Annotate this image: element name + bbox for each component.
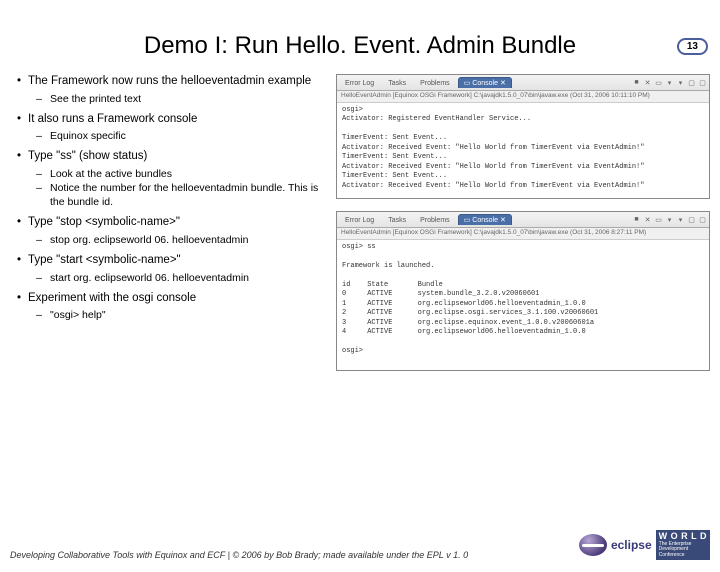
bullet-text: Type "ss" (show status) bbox=[28, 150, 147, 162]
bullet-text: It also runs a Framework console bbox=[28, 113, 197, 125]
slide-title: Demo I: Run Hello. Event. Admin Bundle bbox=[0, 32, 720, 60]
sub-item: Notice the number for the helloeventadmi… bbox=[28, 181, 330, 209]
console-window-bottom: Error Log Tasks Problems ▭ Console ✕ ■ ✕… bbox=[336, 211, 710, 371]
bullet-item: Type "stop <symbolic-name>" stop org. ec… bbox=[10, 215, 330, 251]
tab-bar: Error Log Tasks Problems ▭ Console ✕ ■ ✕… bbox=[337, 75, 709, 91]
bullet-text: The Framework now runs the helloeventadm… bbox=[28, 75, 311, 87]
dropdown-icon[interactable]: ▾ bbox=[665, 78, 674, 87]
toolbar-icons: ■ ✕ ▭ ▾ ▾ ▢ ▢ bbox=[632, 215, 707, 224]
maximize-icon[interactable]: ▢ bbox=[698, 78, 707, 87]
stop-icon[interactable]: ■ bbox=[632, 215, 641, 224]
console-subtitle: HelloEventAdmin [Equinox OSGi Framework]… bbox=[337, 228, 709, 240]
close-icon[interactable]: ✕ bbox=[500, 79, 506, 87]
tab-tasks[interactable]: Tasks bbox=[382, 215, 412, 225]
sub-item: Look at the active bundles bbox=[28, 167, 330, 181]
bullet-item: Type "ss" (show status) Look at the acti… bbox=[10, 149, 330, 213]
bullet-text: Experiment with the osgi console bbox=[28, 292, 196, 304]
sub-item: stop org. eclipseworld 06. helloeventadm… bbox=[28, 233, 330, 247]
eclipse-world-logo: eclipse W O R L D The Enterprise Develop… bbox=[579, 530, 710, 560]
bullet-item: The Framework now runs the helloeventadm… bbox=[10, 74, 330, 110]
dropdown-icon[interactable]: ▾ bbox=[676, 78, 685, 87]
tab-errorlog[interactable]: Error Log bbox=[339, 78, 380, 88]
console-icon: ▭ bbox=[464, 79, 471, 87]
eclipse-icon bbox=[579, 534, 607, 556]
console-subtitle: HelloEventAdmin [Equinox OSGi Framework]… bbox=[337, 91, 709, 103]
screenshot-column: Error Log Tasks Problems ▭ Console ✕ ■ ✕… bbox=[330, 74, 710, 383]
page-number: 13 bbox=[677, 38, 708, 55]
minimize-icon[interactable]: ▢ bbox=[687, 215, 696, 224]
console-icon: ▭ bbox=[464, 216, 471, 224]
tab-problems[interactable]: Problems bbox=[414, 215, 456, 225]
toolbar-icons: ■ ✕ ▭ ▾ ▾ ▢ ▢ bbox=[632, 78, 707, 87]
bullet-item: Experiment with the osgi console "osgi> … bbox=[10, 291, 330, 327]
console-output: osgi> ss Framework is launched. id State… bbox=[337, 240, 709, 370]
dropdown-icon[interactable]: ▾ bbox=[665, 215, 674, 224]
clear-icon[interactable]: ✕ bbox=[643, 215, 652, 224]
stop-icon[interactable]: ■ bbox=[632, 78, 641, 87]
tab-problems[interactable]: Problems bbox=[414, 78, 456, 88]
close-icon[interactable]: ✕ bbox=[500, 216, 506, 224]
tab-console-active[interactable]: ▭ Console ✕ bbox=[458, 214, 512, 225]
sub-item: See the printed text bbox=[28, 92, 330, 106]
bullet-item: It also runs a Framework console Equinox… bbox=[10, 112, 330, 148]
pin-icon[interactable]: ▭ bbox=[654, 78, 663, 87]
clear-icon[interactable]: ✕ bbox=[643, 78, 652, 87]
sub-item: start org. eclipseworld 06. helloeventad… bbox=[28, 271, 330, 285]
minimize-icon[interactable]: ▢ bbox=[687, 78, 696, 87]
world-box: W O R L D The Enterprise Development Con… bbox=[656, 530, 710, 560]
console-window-top: Error Log Tasks Problems ▭ Console ✕ ■ ✕… bbox=[336, 74, 710, 199]
tab-console-active[interactable]: ▭ Console ✕ bbox=[458, 77, 512, 88]
content-area: The Framework now runs the helloeventadm… bbox=[0, 74, 720, 383]
bullet-text: Type "start <symbolic-name>" bbox=[28, 254, 181, 266]
console-output: osgi> Activator: Registered EventHandler… bbox=[337, 103, 709, 198]
bullet-column: The Framework now runs the helloeventadm… bbox=[10, 74, 330, 383]
bullet-text: Type "stop <symbolic-name>" bbox=[28, 216, 180, 228]
tab-tasks[interactable]: Tasks bbox=[382, 78, 412, 88]
sub-item: "osgi> help" bbox=[28, 308, 330, 322]
sub-item: Equinox specific bbox=[28, 129, 330, 143]
tab-bar: Error Log Tasks Problems ▭ Console ✕ ■ ✕… bbox=[337, 212, 709, 228]
footer-text: Developing Collaborative Tools with Equi… bbox=[10, 550, 468, 560]
footer: Developing Collaborative Tools with Equi… bbox=[10, 530, 710, 560]
dropdown-icon[interactable]: ▾ bbox=[676, 215, 685, 224]
tab-errorlog[interactable]: Error Log bbox=[339, 215, 380, 225]
pin-icon[interactable]: ▭ bbox=[654, 215, 663, 224]
bullet-item: Type "start <symbolic-name>" start org. … bbox=[10, 253, 330, 289]
maximize-icon[interactable]: ▢ bbox=[698, 215, 707, 224]
